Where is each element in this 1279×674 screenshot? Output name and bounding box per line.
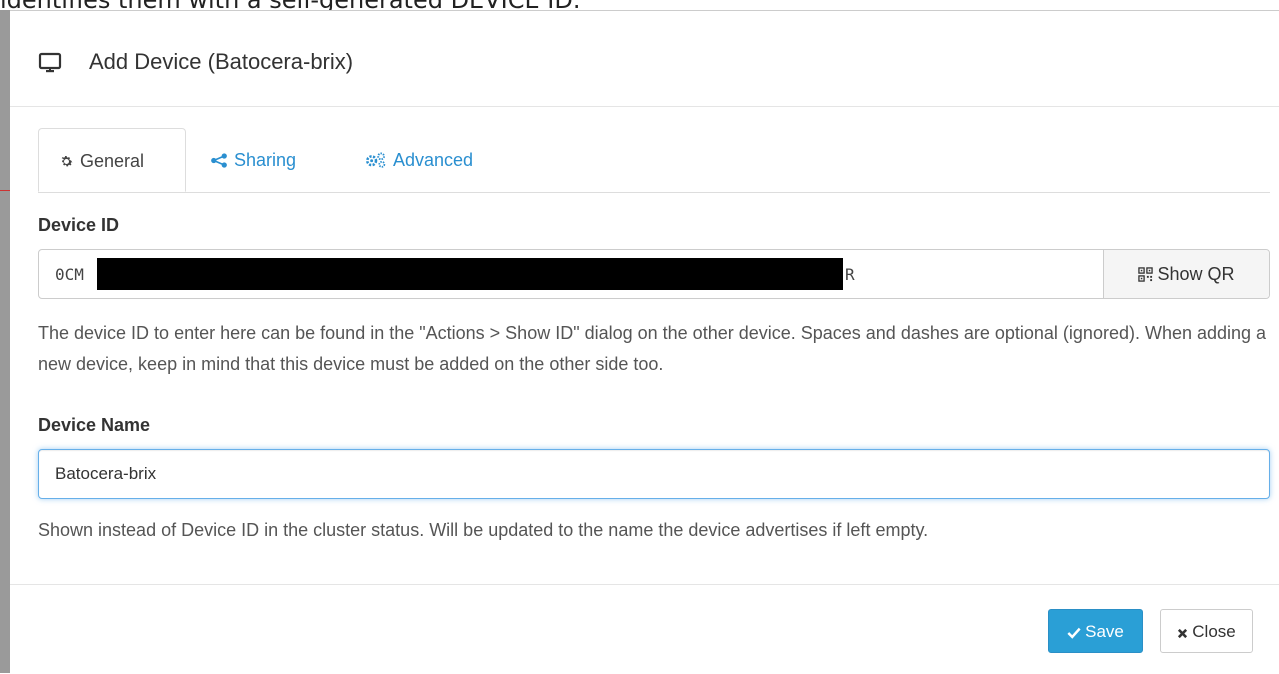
tab-bar: General Sharing Advanced <box>38 128 1270 193</box>
background-divider <box>0 190 10 191</box>
monitor-icon <box>38 52 62 73</box>
share-icon <box>211 153 227 168</box>
qrcode-icon <box>1138 267 1154 282</box>
device-id-group: 0CM R Show QR <box>38 249 1270 299</box>
add-device-modal: Add Device (Batocera-brix) General Shari… <box>10 10 1279 674</box>
redaction-bar <box>97 258 843 290</box>
device-id-help: The device ID to enter here can be found… <box>38 323 1267 374</box>
modal-header: Add Device (Batocera-brix) <box>10 11 1279 107</box>
device-name-label: Device Name <box>38 415 151 435</box>
tab-advanced[interactable]: Advanced <box>365 128 473 192</box>
footer-divider <box>10 584 1279 585</box>
show-qr-label: Show QR <box>1157 264 1235 284</box>
device-id-value-start: 0CM <box>55 265 84 284</box>
show-qr-button[interactable]: Show QR <box>1103 250 1269 298</box>
close-button[interactable]: Close <box>1160 609 1253 653</box>
device-id-value-end: R <box>845 265 855 284</box>
save-button[interactable]: Save <box>1048 609 1143 653</box>
tab-sharing[interactable]: Sharing <box>210 128 296 192</box>
modal-title: Add Device (Batocera-brix) <box>89 49 354 74</box>
save-label: Save <box>1085 622 1124 641</box>
device-name-help: Shown instead of Device ID in the cluste… <box>38 520 929 540</box>
tab-general[interactable]: General <box>38 128 186 192</box>
background-text: identifies them with a self-generated DE… <box>0 0 581 14</box>
tab-sharing-label: Sharing <box>234 150 297 170</box>
device-name-input[interactable] <box>38 449 1270 499</box>
check-icon <box>1067 627 1081 639</box>
close-icon <box>1178 628 1188 639</box>
background-overlay <box>0 10 10 673</box>
close-label: Close <box>1192 622 1236 641</box>
gear-icon <box>61 156 73 167</box>
device-id-label: Device ID <box>38 215 120 235</box>
tab-general-label: General <box>80 151 145 171</box>
cogs-icon <box>366 152 386 168</box>
tab-advanced-label: Advanced <box>393 150 474 170</box>
